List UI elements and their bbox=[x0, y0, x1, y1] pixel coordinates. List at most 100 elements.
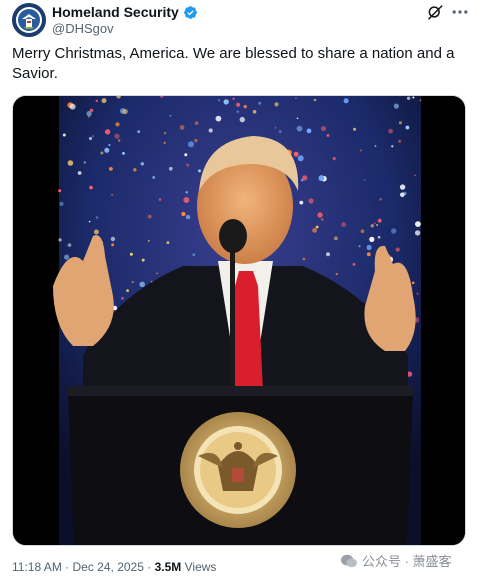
display-name[interactable]: Homeland Security bbox=[52, 4, 179, 20]
post-card: Homeland Security @DHSgov Merry Christma… bbox=[0, 0, 478, 578]
bokeh-light bbox=[366, 252, 371, 257]
bokeh-light bbox=[218, 99, 221, 102]
bokeh-light bbox=[313, 98, 317, 102]
bokeh-light bbox=[370, 224, 374, 228]
post-date[interactable]: Dec 24, 2025 bbox=[73, 560, 144, 574]
meta-separator: · bbox=[65, 560, 70, 574]
bokeh-light bbox=[83, 161, 86, 164]
bokeh-light bbox=[92, 135, 94, 137]
bokeh-light bbox=[185, 214, 191, 220]
bokeh-light bbox=[376, 224, 378, 226]
bokeh-light bbox=[326, 134, 330, 137]
bokeh-light bbox=[258, 101, 262, 105]
tweet-text: Merry Christmas, America. We are blessed… bbox=[12, 45, 455, 82]
bokeh-light bbox=[183, 197, 190, 203]
bokeh-light bbox=[252, 110, 257, 114]
post-time[interactable]: 11:18 AM bbox=[12, 560, 62, 574]
bokeh-light bbox=[168, 166, 173, 171]
bokeh-light bbox=[140, 162, 144, 166]
bokeh-light bbox=[69, 103, 76, 110]
bokeh-light bbox=[302, 175, 308, 181]
bokeh-light bbox=[185, 191, 188, 194]
bokeh-light bbox=[419, 99, 422, 102]
bokeh-light bbox=[58, 189, 62, 193]
bokeh-light bbox=[239, 116, 245, 123]
bokeh-light bbox=[373, 222, 376, 225]
avatar[interactable] bbox=[12, 3, 46, 37]
bokeh-light bbox=[215, 115, 222, 122]
bokeh-light bbox=[343, 98, 349, 104]
bokeh-light bbox=[395, 247, 400, 252]
bokeh-light bbox=[108, 143, 111, 147]
bokeh-light bbox=[111, 193, 114, 196]
post-meta: 11:18 AM · Dec 24, 2025 · 3.5M Views bbox=[12, 560, 216, 574]
bokeh-light bbox=[405, 125, 410, 130]
bokeh-light bbox=[296, 117, 299, 120]
bokeh-light bbox=[122, 152, 125, 155]
bokeh-light bbox=[147, 240, 150, 242]
bokeh-light bbox=[93, 229, 99, 235]
bokeh-light bbox=[100, 151, 104, 155]
bokeh-light bbox=[137, 130, 141, 133]
bokeh-light bbox=[121, 296, 124, 300]
bokeh-light bbox=[62, 133, 66, 137]
bokeh-light bbox=[179, 125, 185, 130]
bokeh-light bbox=[341, 222, 346, 227]
bokeh-light bbox=[379, 198, 382, 201]
bokeh-light bbox=[332, 157, 336, 161]
bokeh-light bbox=[184, 153, 188, 157]
bokeh-light bbox=[274, 102, 279, 107]
bokeh-light bbox=[320, 218, 324, 221]
watermark-text: 公众号 · 萧盛客 bbox=[362, 554, 452, 569]
bokeh-light bbox=[293, 151, 299, 157]
bokeh-light bbox=[164, 132, 167, 135]
bokeh-light bbox=[358, 245, 361, 248]
meta-separator-2: · bbox=[147, 560, 152, 574]
bokeh-light bbox=[88, 220, 91, 223]
bokeh-light bbox=[415, 221, 421, 227]
bokeh-light bbox=[192, 253, 196, 257]
bokeh-light bbox=[188, 141, 194, 148]
bokeh-light bbox=[299, 200, 304, 205]
bokeh-light bbox=[198, 169, 201, 173]
bokeh-light bbox=[109, 167, 113, 171]
bokeh-light bbox=[278, 130, 282, 134]
more-icon[interactable] bbox=[450, 3, 470, 21]
bokeh-light bbox=[77, 171, 82, 175]
video-media[interactable] bbox=[12, 95, 466, 546]
views-count[interactable]: 3.5M bbox=[155, 560, 182, 574]
bokeh-light bbox=[122, 108, 128, 115]
bokeh-light bbox=[101, 98, 107, 104]
grok-icon[interactable] bbox=[426, 3, 444, 21]
bokeh-light bbox=[363, 179, 366, 181]
bokeh-light bbox=[95, 99, 99, 102]
bokeh-light bbox=[208, 128, 213, 133]
wechat-icon bbox=[341, 554, 357, 567]
bokeh-light bbox=[369, 236, 375, 242]
bokeh-light bbox=[334, 236, 338, 241]
bokeh-light bbox=[391, 228, 397, 234]
bokeh-light bbox=[274, 126, 277, 129]
video-frame-image bbox=[13, 96, 465, 545]
bokeh-light bbox=[131, 281, 134, 284]
bokeh-light bbox=[412, 96, 415, 99]
bokeh-light bbox=[388, 128, 393, 134]
bokeh-light bbox=[186, 163, 190, 167]
bokeh-light bbox=[163, 141, 166, 144]
bokeh-light bbox=[317, 212, 323, 218]
bokeh-light bbox=[318, 175, 325, 182]
bokeh-light bbox=[359, 149, 363, 152]
bokeh-light bbox=[194, 139, 198, 143]
bokeh-light bbox=[399, 184, 406, 190]
bokeh-light bbox=[67, 160, 74, 166]
bokeh-light bbox=[398, 139, 402, 143]
bokeh-light bbox=[111, 243, 114, 247]
bokeh-light bbox=[374, 145, 377, 147]
bokeh-light bbox=[352, 263, 356, 266]
bokeh-light bbox=[236, 110, 240, 113]
account-handle[interactable]: @DHSgov bbox=[52, 21, 114, 36]
bokeh-light bbox=[166, 241, 170, 245]
bokeh-light bbox=[232, 97, 235, 100]
bokeh-light bbox=[360, 229, 365, 233]
bokeh-light bbox=[89, 185, 93, 190]
